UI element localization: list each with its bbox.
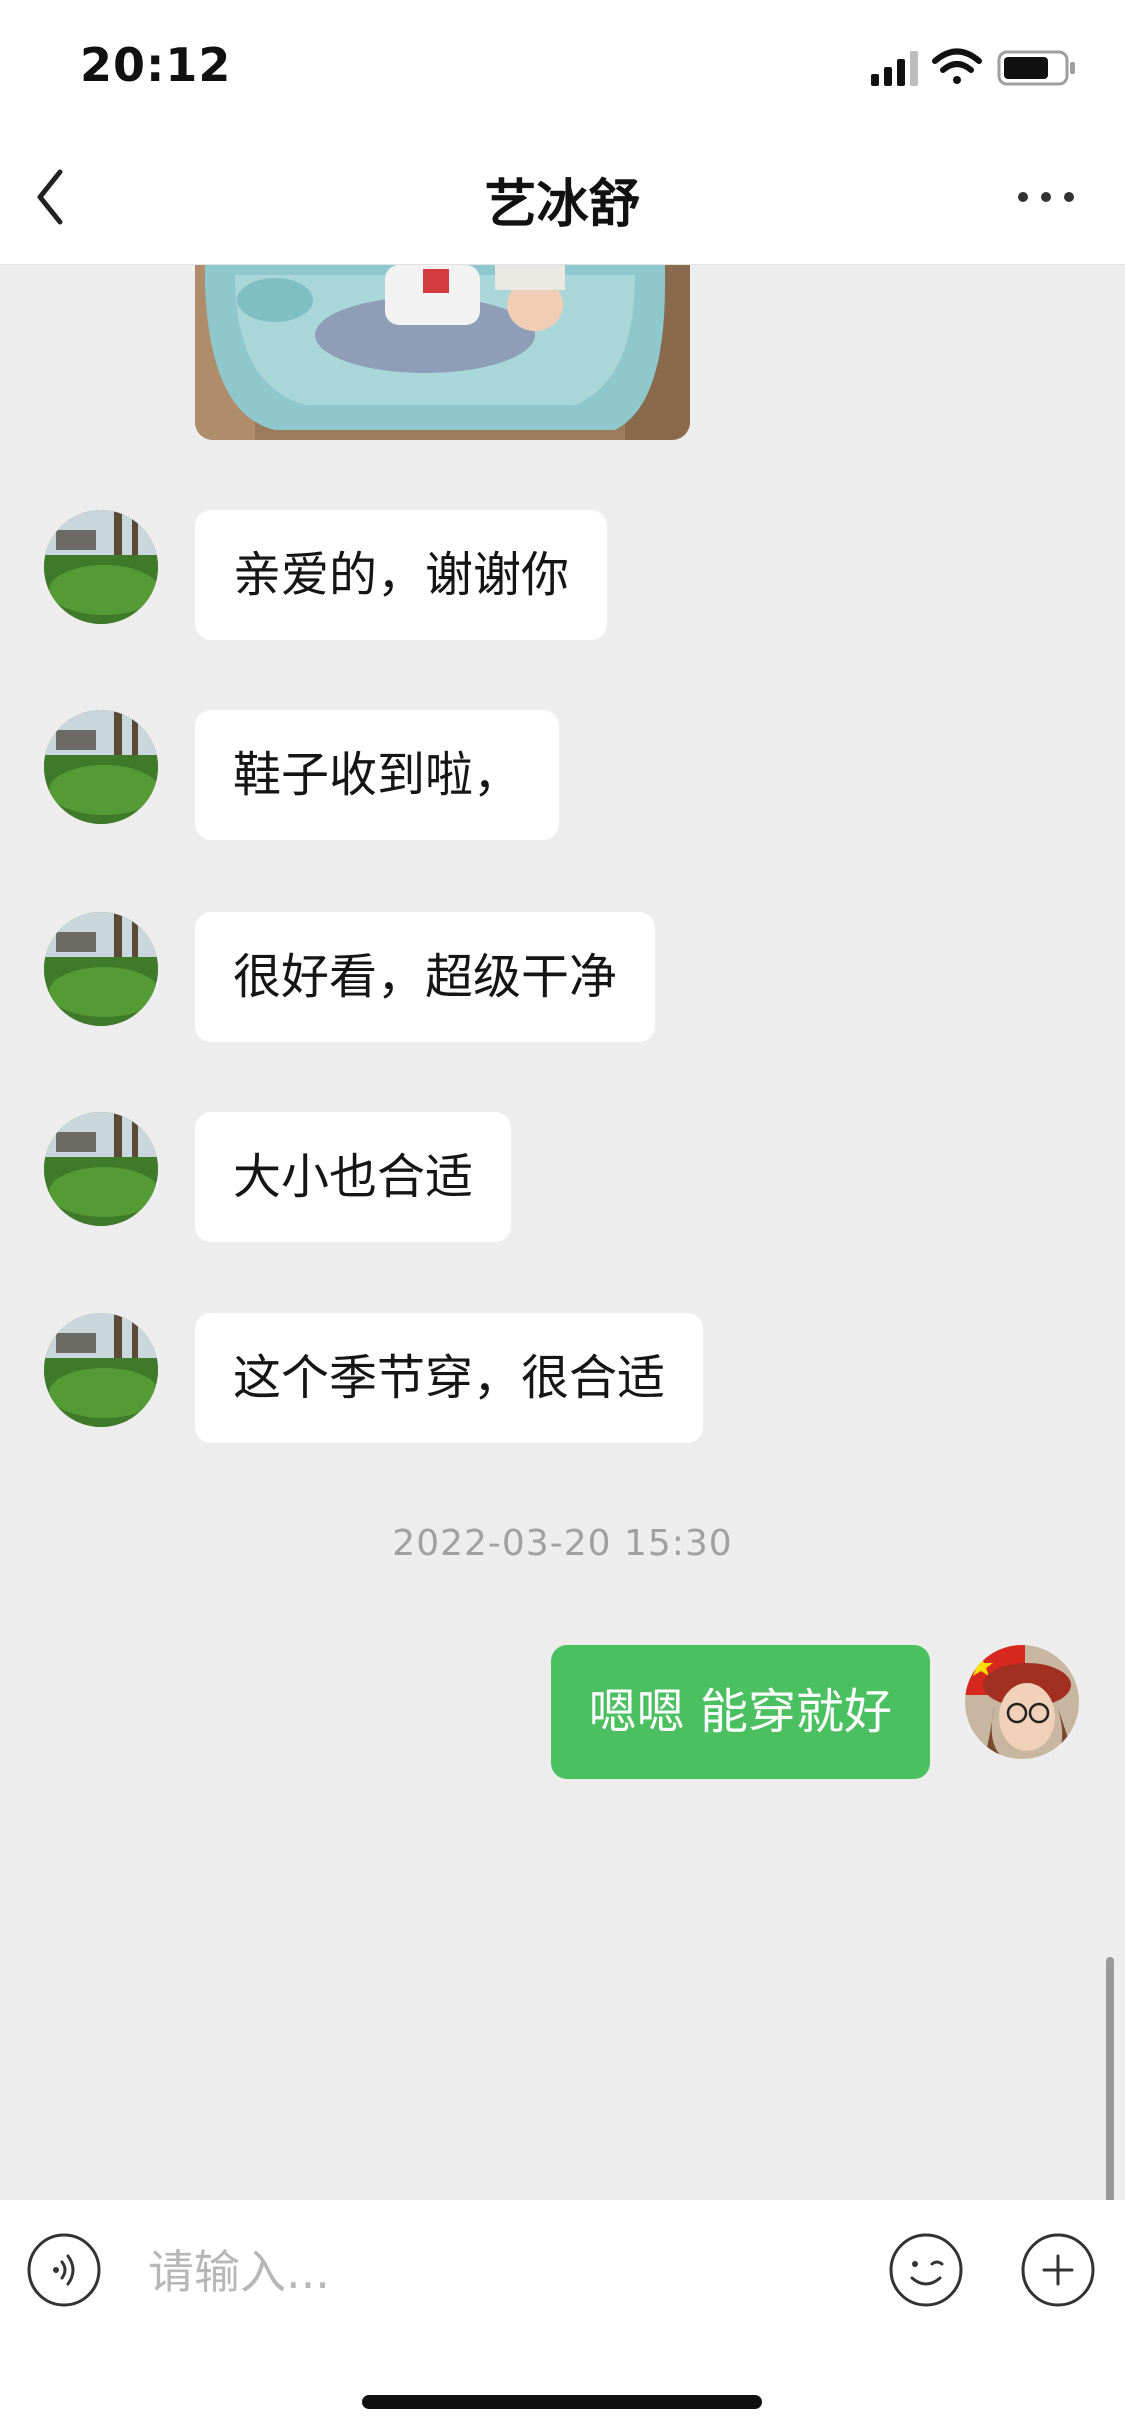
- message-input[interactable]: [148, 2240, 848, 2304]
- incoming-message[interactable]: 大小也合适: [195, 1112, 512, 1242]
- more-button[interactable]: [1011, 172, 1081, 222]
- emoji-button[interactable]: [888, 2232, 964, 2308]
- image-message[interactable]: [195, 265, 690, 440]
- wifi-icon: [932, 48, 982, 84]
- emoji-icon: [889, 2233, 963, 2307]
- voice-button[interactable]: [26, 2232, 102, 2308]
- more-dots-icon: [1018, 192, 1074, 202]
- contact-avatar[interactable]: [44, 710, 158, 824]
- chat-area[interactable]: 亲爱的，谢谢你 鞋子收到啦， 很好看，超级干净 大小也合适 这个季节穿，很合适 …: [0, 265, 1125, 2200]
- baby-photo: [195, 265, 690, 440]
- outgoing-message[interactable]: 嗯嗯 能穿就好: [550, 1645, 930, 1779]
- scrollbar[interactable]: [1106, 1957, 1114, 2200]
- home-indicator[interactable]: [362, 2395, 762, 2409]
- voice-icon: [27, 2233, 101, 2307]
- contact-avatar[interactable]: [44, 1112, 158, 1226]
- chat-title: 艺冰舒: [484, 175, 641, 235]
- status-time: 20:12: [80, 38, 232, 92]
- nav-bar: 艺冰舒: [0, 132, 1125, 265]
- add-button[interactable]: [1020, 2232, 1096, 2308]
- signal-icon: [871, 51, 918, 86]
- contact-avatar[interactable]: [44, 510, 158, 624]
- incoming-message[interactable]: 鞋子收到啦，: [195, 710, 560, 840]
- status-bar: 20:12: [0, 0, 1125, 132]
- my-avatar[interactable]: [965, 1645, 1079, 1759]
- incoming-message[interactable]: 亲爱的，谢谢你: [195, 510, 608, 640]
- incoming-message[interactable]: 这个季节穿，很合适: [195, 1313, 704, 1443]
- contact-avatar[interactable]: [44, 1313, 158, 1427]
- message-timestamp: 2022-03-20 15:30: [392, 1523, 733, 1564]
- plus-icon: [1021, 2233, 1095, 2307]
- contact-avatar[interactable]: [44, 912, 158, 1026]
- incoming-message[interactable]: 很好看，超级干净: [195, 912, 656, 1042]
- status-icons: [871, 48, 1081, 88]
- battery-icon: [997, 50, 1075, 86]
